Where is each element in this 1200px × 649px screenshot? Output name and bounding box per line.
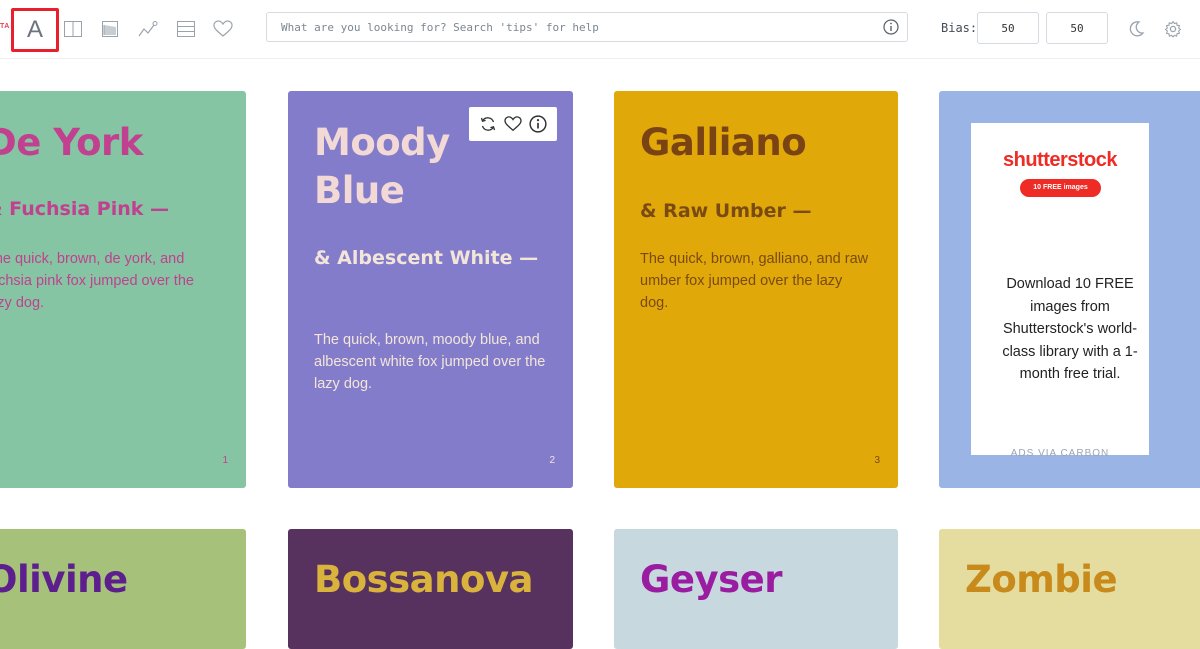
heart-icon[interactable] [503,114,523,134]
bias-label: Bias: [941,21,978,35]
moon-icon [1129,21,1145,37]
card-body-text: The quick, brown, de york, and fuchsia p… [0,251,194,311]
ad-content: shutterstock 10 FREE images Download 10 … [971,123,1149,459]
card-subtitle: & Raw Umber — [640,200,812,222]
ads-via-carbon-link[interactable]: ADS VIA CARBON [971,448,1149,459]
heart-icon [213,20,233,37]
palette-card[interactable]: Olivine [0,529,246,649]
card-subtitle: & Albescent White — [314,247,539,269]
card-actions [469,107,557,141]
palette-card[interactable]: Galliano & Raw Umber — The quick, brown,… [614,91,898,488]
brand-logo-fragment: TA [0,23,10,30]
card-title: Olivine [0,558,128,601]
palette-card[interactable]: Zombie [939,529,1200,649]
card-title: De York [0,121,143,164]
card-title: Galliano [640,121,807,164]
bias-input-b[interactable] [1046,12,1108,44]
info-icon[interactable] [883,19,899,35]
gradient-icon [102,21,118,37]
palette-card[interactable]: Bossanova [288,529,573,649]
card-title: Zombie [965,558,1118,601]
gear-icon [1164,20,1182,38]
settings-button[interactable] [1158,14,1188,44]
info-icon[interactable] [528,114,548,134]
shutterstock-logo: shutterstock [1002,149,1118,171]
gradient-button[interactable] [95,14,125,44]
columns-icon [64,21,82,37]
list-view-button[interactable] [171,14,201,44]
favorites-button[interactable] [208,14,238,44]
card-title: Moody Blue [314,121,450,212]
line-chart-icon [138,21,158,37]
card-subtitle: & Fuchsia Pink — [0,198,170,220]
refresh-icon[interactable] [478,114,498,134]
ad-card[interactable]: shutterstock 10 FREE images Download 10 … [939,91,1200,488]
chart-button[interactable] [133,14,163,44]
dark-mode-toggle[interactable] [1121,14,1151,44]
card-number: 2 [549,455,555,466]
search-box [266,12,908,42]
card-number: 1 [222,455,228,466]
palette-card[interactable]: De York & Fuchsia Pink — The quick, brow… [0,91,246,488]
palette-card[interactable]: Moody Blue & Albescent White — The quick… [288,91,573,488]
top-toolbar: TA A What are you looking for? Search 't… [0,0,1200,58]
font-tool-button[interactable]: A [11,8,59,52]
card-title: Geyser [640,558,782,601]
ad-badge: 10 FREE images [1020,179,1101,197]
bias-input-a[interactable] [977,12,1039,44]
palette-card[interactable]: Geyser [614,529,898,649]
split-view-button[interactable] [58,14,88,44]
search-input[interactable] [267,13,867,41]
card-body-text: The quick, brown, galliano, and raw umbe… [640,251,869,311]
card-number: 3 [874,455,880,466]
letter-a-icon: A [26,16,43,43]
card-title: Bossanova [314,558,533,601]
ad-text: Download 10 FREE images from Shutterstoc… [1002,276,1138,382]
card-body-text: The quick, brown, moody blue, and albesc… [314,332,546,392]
list-icon [177,21,195,37]
